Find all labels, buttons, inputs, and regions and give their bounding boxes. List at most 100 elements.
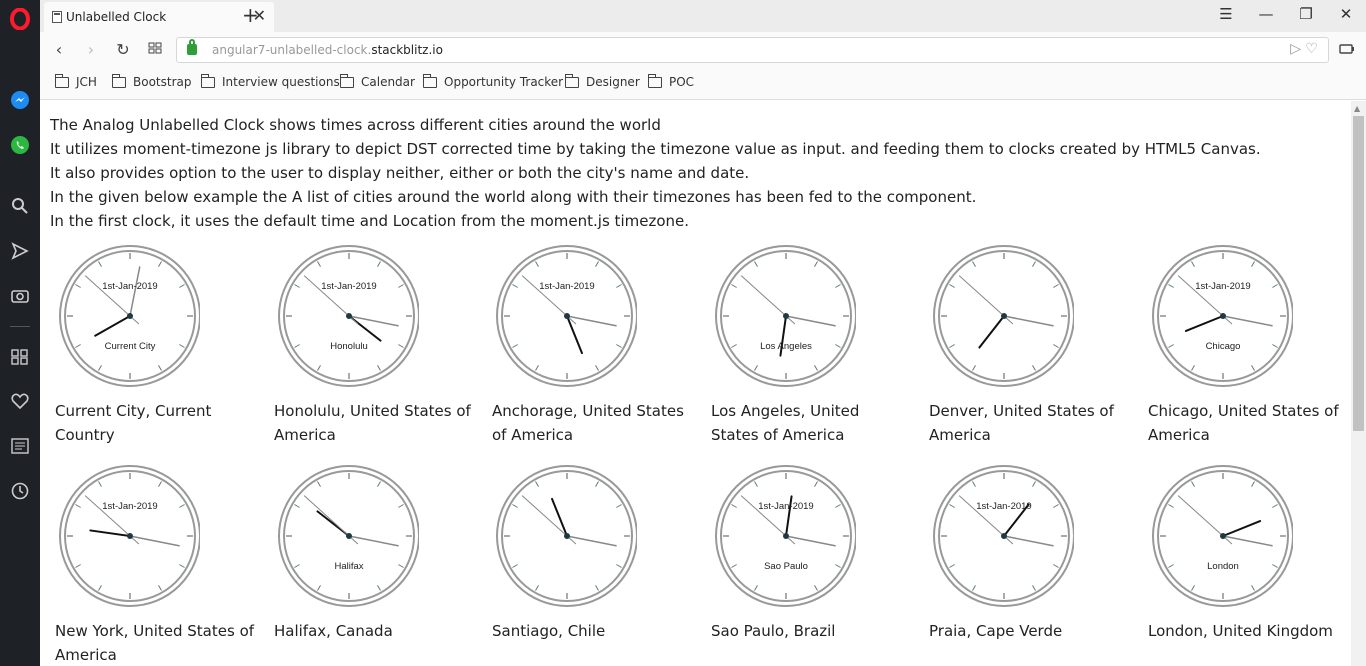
clock-city: Halifax [334, 561, 363, 572]
folder-icon [112, 73, 126, 88]
clock-location-label: Chicago, United States of America [1148, 402, 1339, 444]
heart-icon[interactable] [8, 389, 32, 413]
clock-date: 1st-Jan-2019 [321, 281, 376, 292]
folder-icon [565, 73, 579, 88]
clock-location-label: Los Angeles, United States of America [711, 402, 860, 444]
analog-clock: London [1152, 465, 1293, 607]
back-button[interactable]: ‹ [48, 40, 70, 60]
new-tab-button[interactable]: + [242, 5, 259, 25]
restore-button[interactable]: ❐ [1291, 4, 1321, 24]
analog-clock: 1st-Jan-2019 [496, 245, 637, 387]
folder-icon [340, 73, 354, 88]
camera-icon[interactable] [8, 283, 32, 307]
bookmark-calendar[interactable]: Calendar [340, 73, 415, 89]
bookmark-interview-questions[interactable]: Interview questions [201, 73, 340, 89]
description-line: The Analog Unlabelled Clock shows times … [50, 116, 661, 134]
clock-card: Denver, United States of America [924, 244, 1134, 447]
tab-bar: Unlabelled Clock ✕ + ☰ — ❐ ✕ [40, 0, 1366, 32]
opera-logo-icon[interactable] [8, 7, 32, 31]
url-input[interactable]: angular7-unlabelled-clock.stackblitz.io … [176, 37, 1329, 63]
clock-location-label: Anchorage, United States of America [492, 402, 684, 444]
clock-location-label: Sao Paulo, Brazil [711, 622, 836, 640]
description-line: In the given below example the A list of… [50, 188, 977, 206]
page-icon [52, 11, 62, 23]
clock-card: 1st-Jan-2019 Sao Paulo Sao Paulo, Brazil [706, 464, 916, 643]
messenger-icon[interactable] [8, 88, 32, 112]
bookmark-opportunity-tracker[interactable]: Opportunity Tracker [423, 73, 563, 89]
clock-date: 1st-Jan-2019 [102, 501, 157, 512]
tab-unlabelled-clock[interactable]: Unlabelled Clock ✕ [44, 2, 274, 32]
url-domain: stackblitz.io [371, 43, 443, 57]
reload-button[interactable]: ↻ [112, 40, 134, 60]
tab-title: Unlabelled Clock [66, 10, 167, 24]
analog-clock: 1st-Jan-2019 Current City [59, 245, 200, 387]
clock-date: 1st-Jan-2019 [1195, 281, 1250, 292]
analog-clock: 1st-Jan-2019 Sao Paulo [715, 465, 856, 607]
analog-clock: Halifax [278, 465, 419, 607]
analog-clock: 1st-Jan-2019 [59, 465, 200, 607]
bookmarks-bar: JCH Bootstrap Interview questions Calend… [40, 68, 1366, 100]
bookmark-poc[interactable]: POC [648, 73, 694, 89]
clock-card: Santiago, Chile [487, 464, 697, 643]
speed-dial-icon[interactable] [8, 345, 32, 369]
page-content: The Analog Unlabelled Clock shows times … [40, 101, 1351, 666]
clock-location-label: Santiago, Chile [492, 622, 606, 640]
analog-clock [496, 465, 637, 607]
clock-card: London London, United Kingdom [1143, 464, 1351, 643]
battery-saver-icon[interactable] [1336, 40, 1358, 60]
analog-clock: 1st-Jan-2019 Chicago [1152, 245, 1293, 387]
description-line: It also provides option to the user to d… [50, 164, 750, 182]
analog-clock: Los Angeles [715, 245, 856, 387]
clock-card: 1st-Jan-2019 New York, United States of A… [50, 464, 260, 666]
vertical-scrollbar[interactable]: ▲ [1351, 101, 1366, 666]
clock-card: Halifax Halifax, Canada [269, 464, 479, 643]
bookmark-jch[interactable]: JCH [55, 73, 97, 89]
close-window-button[interactable]: ✕ [1331, 4, 1361, 24]
clock-card: 1st-Jan-2019 Chicago Chicago, United State… [1143, 244, 1351, 447]
analog-clock: 1st-Jan-2019 [933, 465, 1074, 607]
folder-icon [423, 73, 437, 88]
clock-card: 1st-Jan-2019 Current City Current City, Cu… [50, 244, 260, 447]
search-icon[interactable] [8, 194, 32, 218]
send-icon[interactable] [8, 239, 32, 263]
clock-city: London [1207, 561, 1239, 572]
clock-date: 1st-Jan-2019 [102, 281, 157, 292]
clock-location-label: London, United Kingdom [1148, 622, 1333, 640]
clock-location-label: Denver, United States of America [929, 402, 1114, 444]
clock-city: Chicago [1206, 341, 1241, 352]
scroll-thumb[interactable] [1353, 116, 1364, 431]
analog-clock: 1st-Jan-2019 Honolulu [278, 245, 419, 387]
url-prefix: angular7-unlabelled-clock. [212, 43, 372, 57]
clock-location-label: Current City, Current Country [55, 402, 212, 444]
news-icon[interactable] [8, 434, 32, 458]
clock-date: 1st-Jan-2019 [758, 501, 813, 512]
history-icon[interactable] [8, 479, 32, 503]
clock-date: 1st-Jan-2019 [976, 501, 1031, 512]
description-line: It utilizes moment-timezone js library t… [50, 140, 1261, 158]
clock-location-label: Honolulu, United States of America [274, 402, 471, 444]
tabs-overview-icon[interactable] [144, 40, 166, 60]
clock-card: 1st-Jan-2019 Praia, Cape Verde [924, 464, 1134, 643]
bookmark-designer[interactable]: Designer [565, 73, 640, 89]
clock-city: Current City [105, 341, 156, 352]
clock-location-label: New York, United States of America [55, 622, 255, 664]
whatsapp-icon[interactable] [8, 133, 32, 157]
bookmark-heart-icon[interactable]: ▷ ♡ [1290, 41, 1318, 57]
folder-icon [55, 73, 69, 88]
clock-card: 1st-Jan-2019 Honolulu Honolulu, United Sta… [269, 244, 479, 447]
folder-icon [648, 73, 662, 88]
browser-sidebar [0, 0, 40, 666]
clock-date: 1st-Jan-2019 [539, 281, 594, 292]
forward-button[interactable]: › [80, 40, 102, 60]
address-bar: ‹ › ↻ angular7-unlabelled-clock.stackbli… [40, 32, 1366, 68]
description: The Analog Unlabelled Clock shows times … [50, 113, 1261, 233]
description-line: In the first clock, it uses the default … [50, 212, 690, 230]
scroll-up-arrow[interactable]: ▲ [1354, 104, 1360, 113]
folder-icon [201, 73, 215, 88]
clock-city: Sao Paulo [764, 561, 808, 572]
bookmark-bootstrap[interactable]: Bootstrap [112, 73, 191, 89]
minimize-button[interactable]: — [1251, 4, 1281, 24]
lock-icon [187, 39, 197, 55]
clock-location-label: Praia, Cape Verde [929, 622, 1063, 640]
tab-menu-icon[interactable]: ☰ [1211, 4, 1241, 24]
